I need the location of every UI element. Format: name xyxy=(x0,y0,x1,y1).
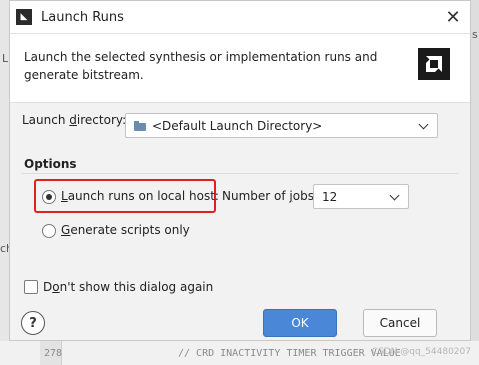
amd-logo-icon xyxy=(418,48,450,80)
watermark: CSDN @qq_54480207 xyxy=(371,347,471,357)
chevron-down-icon xyxy=(389,190,400,201)
dialog-header: Launch the selected synthesis or impleme… xyxy=(10,34,470,103)
launch-directory-dropdown[interactable]: <Default Launch Directory> xyxy=(125,113,438,138)
options-divider xyxy=(22,173,458,174)
generate-scripts-label[interactable]: Generate scripts only xyxy=(61,223,190,237)
launch-directory-label: Launch directory: xyxy=(22,113,127,127)
launch-directory-value: <Default Launch Directory> xyxy=(152,118,323,133)
background-line-number: 278 xyxy=(44,348,63,359)
number-of-jobs-label: Number of jobs: xyxy=(222,189,319,203)
help-button[interactable]: ? xyxy=(21,311,45,335)
background-text-fragment: L xyxy=(2,52,9,65)
chevron-down-icon xyxy=(418,119,429,130)
ok-button[interactable]: OK xyxy=(263,309,337,337)
background-code-line: // CRD INACTIVITY TIMER TRIGGER VALUE xyxy=(178,348,401,359)
background-text-fragment: s xyxy=(472,28,478,41)
close-button[interactable]: ✕ xyxy=(436,1,470,33)
vivado-app-icon: ◣ xyxy=(16,9,32,25)
dialog-description: Launch the selected synthesis or impleme… xyxy=(24,50,378,82)
title-bar[interactable]: ◣ Launch Runs ✕ xyxy=(10,1,470,34)
folder-icon xyxy=(134,120,146,131)
dont-show-again-checkbox[interactable] xyxy=(24,280,38,294)
launch-directory-row: Launch directory: xyxy=(22,113,126,127)
cancel-button[interactable]: Cancel xyxy=(363,309,437,337)
dialog-title: Launch Runs xyxy=(41,9,124,25)
number-of-jobs-value: 12 xyxy=(322,189,338,204)
generate-scripts-radio[interactable] xyxy=(42,224,56,238)
dont-show-again-label[interactable]: Don't show this dialog again xyxy=(43,280,213,294)
launch-local-host-label[interactable]: Launch runs on local host: xyxy=(61,189,219,203)
background-app-right xyxy=(471,0,479,365)
options-section-title: Options xyxy=(24,157,77,171)
number-of-jobs-dropdown[interactable]: 12 xyxy=(313,184,409,209)
launch-local-host-radio[interactable] xyxy=(42,190,56,204)
